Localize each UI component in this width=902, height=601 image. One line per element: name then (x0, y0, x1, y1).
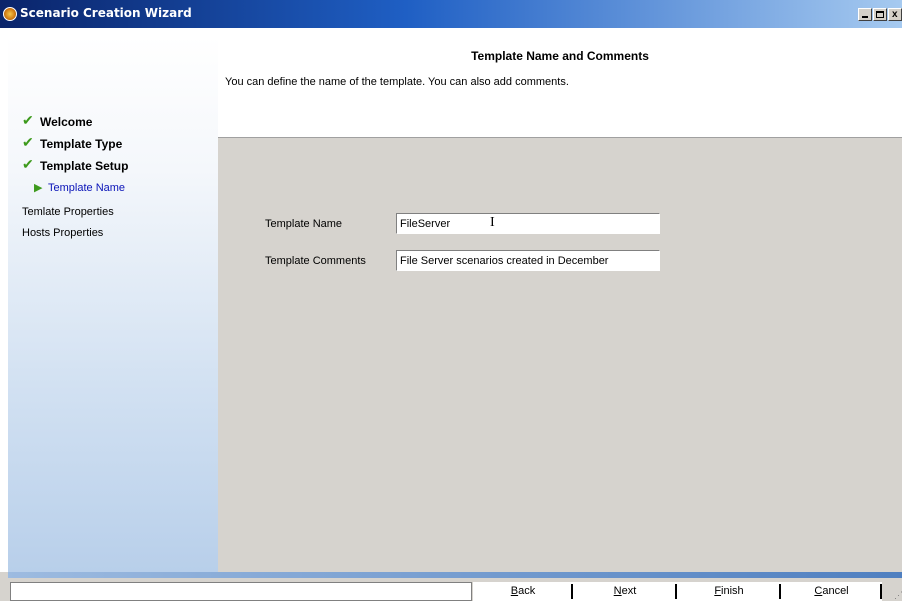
bottom-accent-stripe (8, 572, 902, 578)
back-label: ack (518, 585, 536, 597)
step-hosts-properties: Hosts Properties (22, 227, 104, 239)
cancel-label: ancel (822, 585, 849, 597)
close-icon: x (892, 9, 898, 20)
title-bar[interactable]: Scenario Creation Wizard x (0, 0, 902, 28)
template-name-label: Template Name (265, 218, 343, 230)
next-label: ext (621, 585, 637, 597)
resize-grip-icon[interactable]: ⋰ (894, 590, 902, 601)
step-template-properties: Temlate Properties (22, 206, 114, 218)
template-name-input[interactable] (396, 213, 660, 234)
checkmark-icon: ✔ (22, 156, 34, 172)
back-mnemonic: B (510, 585, 519, 597)
next-button[interactable]: Next (573, 582, 677, 601)
close-button[interactable]: x (888, 8, 902, 21)
next-mnemonic: N (613, 585, 622, 597)
step-label: Welcome (40, 115, 93, 129)
status-field (10, 582, 472, 601)
window-title: Scenario Creation Wizard (20, 6, 192, 20)
step-label: Template Name (48, 182, 126, 194)
page-description: You can define the name of the template.… (225, 76, 569, 88)
step-label: Template Setup (40, 159, 129, 173)
checkmark-icon: ✔ (22, 134, 34, 150)
maximize-button[interactable] (873, 8, 887, 21)
finish-label: inish (721, 585, 744, 597)
minimize-button[interactable] (858, 8, 872, 21)
maximize-icon (876, 11, 884, 18)
step-label: Template Type (40, 137, 123, 151)
page-title: Template Name and Comments (471, 49, 649, 63)
form-panel: Template Name I Template Comments (218, 138, 902, 572)
current-step-arrow-icon: ▶ (34, 182, 43, 194)
cancel-button[interactable]: Cancel (781, 582, 882, 601)
button-separator (880, 584, 882, 599)
minimize-icon (862, 16, 868, 18)
checkmark-icon: ✔ (22, 112, 34, 128)
template-comments-label: Template Comments (265, 255, 366, 267)
back-button[interactable]: Back (473, 582, 573, 601)
app-icon (3, 7, 17, 21)
page-header: Template Name and Comments You can defin… (218, 36, 902, 138)
wizard-steps-sidebar: ✔ Welcome ✔ Template Type ✔ Template Set… (8, 36, 218, 572)
finish-button[interactable]: Finish (677, 582, 781, 601)
template-comments-input[interactable] (396, 250, 660, 271)
